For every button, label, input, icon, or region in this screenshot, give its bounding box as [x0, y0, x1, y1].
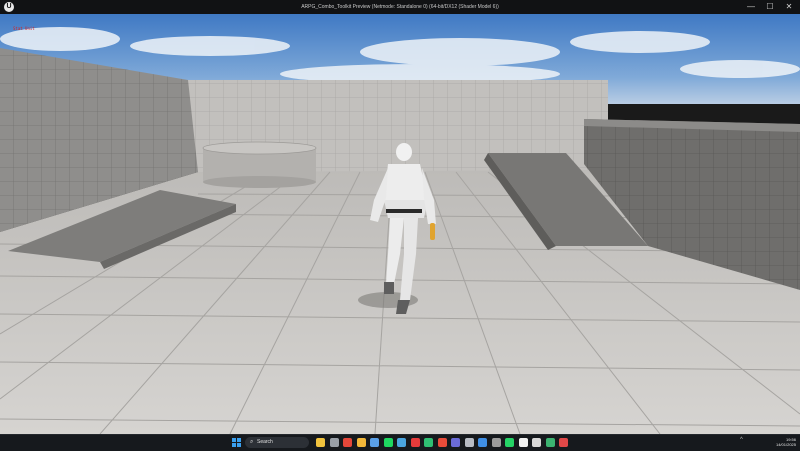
unreal-engine-icon[interactable]	[532, 438, 541, 447]
windows-taskbar: ⌕ Search ^ 19:56 14/01/2025	[0, 434, 800, 451]
start-tile	[232, 438, 236, 442]
app-icon[interactable]	[559, 438, 568, 447]
file-explorer-icon[interactable]	[316, 438, 325, 447]
debug-stat-text: Stat Unit	[13, 26, 35, 31]
app-icon[interactable]	[451, 438, 460, 447]
app-icon[interactable]	[370, 438, 379, 447]
game-viewport[interactable]: Stat Unit	[0, 14, 800, 434]
chrome-icon[interactable]	[343, 438, 352, 447]
start-tile	[232, 443, 236, 447]
app-icon[interactable]	[464, 438, 474, 447]
close-button[interactable]: ✕	[782, 0, 796, 14]
search-icon: ⌕	[250, 439, 254, 445]
taskbar-clock[interactable]: 19:56 14/01/2025	[766, 437, 796, 447]
app-icon[interactable]	[397, 438, 406, 447]
task-view-icon[interactable]	[329, 438, 339, 447]
start-tile	[237, 438, 241, 442]
spotify-icon[interactable]	[383, 438, 393, 447]
maximize-button[interactable]: ☐	[763, 0, 777, 14]
minimize-button[interactable]: —	[744, 0, 758, 14]
app-icon[interactable]	[437, 438, 447, 447]
taskbar-search[interactable]: ⌕ Search	[245, 437, 309, 448]
app-icon[interactable]	[491, 438, 501, 447]
folder-icon[interactable]	[356, 438, 366, 447]
app-icon[interactable]	[424, 438, 433, 447]
start-button[interactable]	[232, 438, 241, 447]
unreal-engine-icon[interactable]	[518, 438, 528, 447]
search-placeholder: Search	[257, 439, 273, 445]
whatsapp-icon[interactable]	[505, 438, 514, 447]
cylinder-platform	[202, 141, 317, 188]
app-icon[interactable]	[410, 438, 420, 447]
clock-date: 14/01/2025	[775, 442, 796, 447]
title-bar[interactable]: U ARPG_Combo_Toolkit Preview (Netmode: S…	[0, 0, 800, 14]
app-icon[interactable]	[478, 438, 487, 447]
start-tile	[237, 443, 241, 447]
game-preview-window: U ARPG_Combo_Toolkit Preview (Netmode: S…	[0, 0, 800, 434]
window-title: ARPG_Combo_Toolkit Preview (Netmode: Sta…	[301, 4, 499, 10]
app-icon[interactable]	[545, 438, 555, 447]
tray-overflow-icon[interactable]: ^	[740, 437, 743, 443]
